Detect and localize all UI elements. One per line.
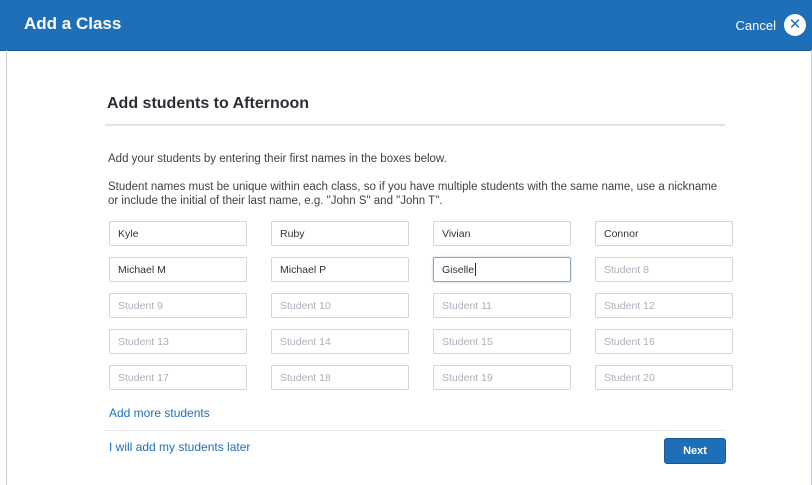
student-name-input[interactable] [271, 293, 409, 318]
student-name-input[interactable] [109, 221, 247, 246]
uniqueness-note: Student names must be unique within each… [108, 181, 718, 207]
student-name-input[interactable] [433, 329, 571, 354]
student-name-input[interactable] [433, 221, 571, 246]
dialog-border-left [6, 50, 7, 485]
student-name-input[interactable] [271, 329, 409, 354]
student-name-input[interactable] [595, 221, 733, 246]
text-cursor [475, 263, 476, 276]
page-title: Add students to Afternoon [107, 95, 310, 112]
student-name-input[interactable] [109, 365, 247, 390]
student-name-input[interactable] [271, 221, 409, 246]
add-more-students-link[interactable]: Add more students [109, 406, 210, 420]
cancel-button[interactable]: Cancel ✕ [736, 13, 806, 37]
student-name-input[interactable] [109, 257, 247, 282]
student-name-input[interactable] [595, 293, 733, 318]
student-name-input[interactable] [433, 293, 571, 318]
student-name-input[interactable] [595, 329, 733, 354]
student-name-input[interactable] [271, 257, 409, 282]
student-name-input-active[interactable] [433, 257, 571, 282]
add-later-link[interactable]: I will add my students later [109, 440, 250, 454]
heading-divider [105, 124, 725, 126]
cancel-label: Cancel [735, 17, 776, 33]
dialog-title: Add a Class [24, 14, 122, 33]
student-name-input[interactable] [109, 329, 247, 354]
instruction-text: Add your students by entering their firs… [108, 153, 447, 165]
next-button[interactable]: Next [664, 438, 726, 464]
student-name-input[interactable] [109, 293, 247, 318]
student-name-input[interactable] [271, 365, 409, 390]
close-icon[interactable]: ✕ [784, 14, 806, 36]
student-name-input[interactable] [595, 365, 733, 390]
dialog-header: Add a Class Cancel ✕ [0, 0, 812, 51]
student-name-input[interactable] [595, 257, 733, 282]
footer-divider [105, 430, 725, 431]
student-name-input[interactable] [433, 365, 571, 390]
student-name-grid [109, 221, 733, 391]
